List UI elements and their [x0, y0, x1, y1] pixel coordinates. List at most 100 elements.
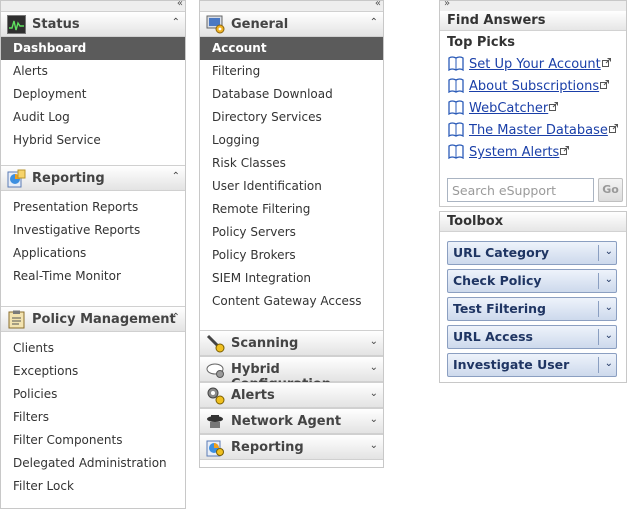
- nav-item-dashboard[interactable]: Dashboard: [1, 37, 185, 60]
- tool-url-category[interactable]: URL Category ⌄: [447, 241, 617, 265]
- section-reporting-settings-header[interactable]: Reporting ⌄: [200, 434, 383, 460]
- section-reporting-title: Reporting: [32, 171, 105, 186]
- alerts-gear-icon: [207, 387, 225, 405]
- book-icon: [448, 100, 464, 115]
- go-button[interactable]: Go: [598, 178, 623, 202]
- collapse-left-icon[interactable]: «: [177, 0, 183, 9]
- external-link-icon: [549, 102, 559, 111]
- chevron-down-icon[interactable]: ⌄: [605, 302, 613, 313]
- nav-item-policy-servers[interactable]: Policy Servers: [200, 221, 383, 244]
- chevron-down-icon[interactable]: ⌄: [370, 362, 378, 373]
- nav-item-alerts[interactable]: Alerts: [1, 60, 185, 83]
- nav-item-filtering[interactable]: Filtering: [200, 60, 383, 83]
- list-item: System Alerts: [440, 141, 626, 163]
- book-icon: [448, 122, 464, 137]
- chevron-down-icon[interactable]: ⌄: [370, 388, 378, 399]
- middle-panel-collapse-bar[interactable]: «: [200, 0, 383, 11]
- settings-nav-panel: « General ⌃ Account Filtering Database D…: [199, 0, 384, 468]
- chevron-down-icon[interactable]: ⌄: [370, 440, 378, 451]
- tool-label: URL Category: [453, 245, 550, 260]
- hybrid-cloud-icon: [206, 363, 224, 378]
- nav-item-policy-brokers[interactable]: Policy Brokers: [200, 244, 383, 267]
- search-esupport-input[interactable]: [447, 178, 594, 202]
- chevron-up-icon[interactable]: ⌃: [172, 171, 180, 182]
- divider: [598, 357, 599, 373]
- divider: [598, 329, 599, 345]
- top-picks-label: Top Picks: [447, 35, 515, 50]
- nav-item-content-gateway-access[interactable]: Content Gateway Access: [200, 290, 383, 313]
- find-answers-panel: » Find Answers Top Picks Set Up Your Acc…: [439, 0, 627, 207]
- chevron-down-icon[interactable]: ⌄: [605, 246, 613, 257]
- nav-item-audit-log[interactable]: Audit Log: [1, 106, 185, 129]
- nav-item-siem-integration[interactable]: SIEM Integration: [200, 267, 383, 290]
- link-about-subscriptions[interactable]: About Subscriptions: [469, 79, 599, 94]
- section-policy-management-title: Policy Management: [32, 312, 176, 327]
- collapse-left-icon[interactable]: «: [375, 0, 381, 9]
- toolbox-panel: Toolbox URL Category ⌄ Check Policy ⌄ Te…: [439, 211, 627, 383]
- nav-item-logging[interactable]: Logging: [200, 129, 383, 152]
- nav-item-delegated-administration[interactable]: Delegated Administration: [1, 452, 185, 475]
- section-scanning-title: Scanning: [231, 336, 299, 351]
- reporting-chart-icon: [206, 440, 224, 457]
- nav-item-user-identification[interactable]: User Identification: [200, 175, 383, 198]
- chevron-down-icon[interactable]: ⌄: [370, 414, 378, 425]
- general-settings-icon: [206, 15, 225, 34]
- nav-item-remote-filtering[interactable]: Remote Filtering: [200, 198, 383, 221]
- nav-item-database-download[interactable]: Database Download: [200, 83, 383, 106]
- nav-item-filter-lock[interactable]: Filter Lock: [1, 475, 185, 498]
- nav-item-exceptions[interactable]: Exceptions: [1, 360, 185, 383]
- chevron-up-icon[interactable]: ⌃: [172, 17, 180, 28]
- section-hybrid-configuration-header[interactable]: Hybrid Configuration ⌄: [200, 356, 383, 392]
- section-network-agent-header[interactable]: Network Agent ⌄: [200, 408, 383, 434]
- nav-item-hybrid-service[interactable]: Hybrid Service: [1, 129, 185, 152]
- status-monitor-icon: [7, 15, 26, 34]
- tool-test-filtering[interactable]: Test Filtering ⌄: [447, 297, 617, 321]
- chevron-down-icon[interactable]: ⌄: [605, 274, 613, 285]
- chevron-down-icon[interactable]: ⌄: [605, 358, 613, 369]
- section-status-header[interactable]: Status ⌃: [1, 11, 185, 37]
- left-panel-collapse-bar[interactable]: «: [1, 0, 185, 11]
- link-webcatcher[interactable]: WebCatcher: [469, 101, 548, 116]
- section-reporting-header[interactable]: Reporting ⌃: [1, 165, 185, 191]
- chevron-down-icon[interactable]: ⌄: [605, 330, 613, 341]
- tool-investigate-user[interactable]: Investigate User ⌄: [447, 353, 617, 377]
- toolbox-title: Toolbox: [440, 212, 626, 232]
- nav-item-real-time-monitor[interactable]: Real-Time Monitor: [1, 265, 185, 288]
- tool-label: Investigate User: [453, 357, 570, 372]
- section-general-header[interactable]: General ⌃: [200, 11, 383, 37]
- chevron-up-icon[interactable]: ⌃: [172, 312, 180, 323]
- nav-item-filter-components[interactable]: Filter Components: [1, 429, 185, 452]
- chevron-down-icon[interactable]: ⌄: [370, 336, 378, 347]
- tool-check-policy[interactable]: Check Policy ⌄: [447, 269, 617, 293]
- book-icon: [448, 56, 464, 71]
- list-item: The Master Database: [440, 119, 626, 141]
- left-nav-panel: « Status ⌃ Dashboard Alerts Deployment A…: [0, 0, 186, 509]
- section-policy-management-header[interactable]: Policy Management ⌃: [1, 306, 185, 332]
- tool-label: Check Policy: [453, 273, 542, 288]
- link-system-alerts[interactable]: System Alerts: [469, 145, 559, 160]
- nav-item-presentation-reports[interactable]: Presentation Reports: [1, 196, 185, 219]
- nav-item-risk-classes[interactable]: Risk Classes: [200, 152, 383, 175]
- nav-item-account[interactable]: Account: [200, 37, 383, 60]
- nav-item-applications[interactable]: Applications: [1, 242, 185, 265]
- reporting-chart-icon: [7, 169, 26, 188]
- list-item: WebCatcher: [440, 97, 626, 119]
- nav-item-filters[interactable]: Filters: [1, 406, 185, 429]
- tool-url-access[interactable]: URL Access ⌄: [447, 325, 617, 349]
- section-scanning-header[interactable]: Scanning ⌄: [200, 330, 383, 356]
- list-item: Set Up Your Account: [440, 53, 626, 75]
- link-set-up-your-account[interactable]: Set Up Your Account: [469, 57, 601, 72]
- nav-item-policies[interactable]: Policies: [1, 383, 185, 406]
- nav-item-directory-services[interactable]: Directory Services: [200, 106, 383, 129]
- right-panel-collapse-bar[interactable]: »: [440, 0, 626, 11]
- nav-item-investigative-reports[interactable]: Investigative Reports: [1, 219, 185, 242]
- section-status-title: Status: [32, 17, 80, 32]
- nav-item-deployment[interactable]: Deployment: [1, 83, 185, 106]
- link-the-master-database[interactable]: The Master Database: [469, 123, 608, 138]
- chevron-up-icon[interactable]: ⌃: [370, 17, 378, 28]
- list-item: About Subscriptions: [440, 75, 626, 97]
- nav-item-clients[interactable]: Clients: [1, 337, 185, 360]
- section-alerts-header[interactable]: Alerts ⌄: [200, 382, 383, 408]
- book-icon: [448, 78, 464, 93]
- expand-right-icon[interactable]: »: [444, 0, 450, 9]
